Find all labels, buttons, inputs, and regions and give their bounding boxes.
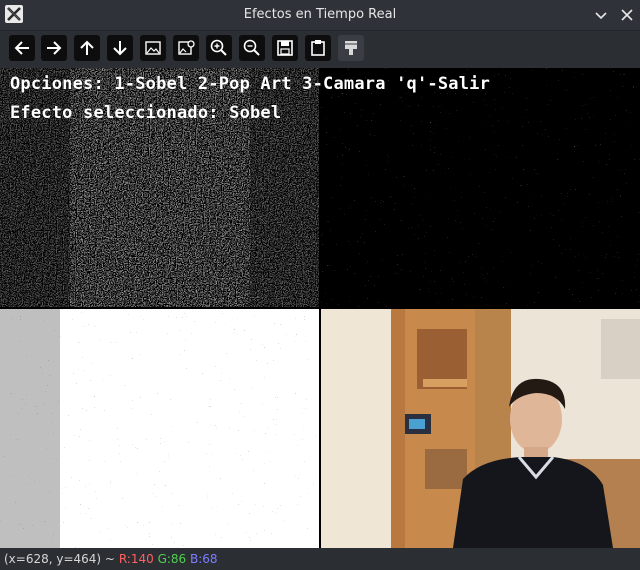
image-canvas[interactable]: Opciones: 1-Sobel 2-Pop Art 3-Camara 'q'… <box>0 68 640 548</box>
zoom-out-icon[interactable] <box>239 35 265 61</box>
cursor-coords: (x=628, y=464) ~ <box>4 552 115 566</box>
arrow-up-icon[interactable] <box>74 35 100 61</box>
camera-view <box>0 309 319 548</box>
status-bar: (x=628, y=464) ~ R:140 G:86 B:68 <box>0 548 640 570</box>
close-icon[interactable] <box>618 6 636 24</box>
blue-value: B:68 <box>190 552 218 566</box>
pop-art-view <box>321 68 640 307</box>
zoom-in-icon[interactable] <box>206 35 232 61</box>
window-title: Efectos en Tiempo Real <box>243 7 397 22</box>
clipboard-icon[interactable] <box>305 35 331 61</box>
webcam-photo <box>321 309 640 548</box>
arrow-left-icon[interactable] <box>9 35 35 61</box>
arrow-down-icon[interactable] <box>107 35 133 61</box>
options-text: Opciones: 1-Sobel 2-Pop Art 3-Camara 'q'… <box>10 74 491 94</box>
title-bar: Efectos en Tiempo Real <box>0 0 640 31</box>
green-value: G:86 <box>157 552 187 566</box>
arrow-right-icon[interactable] <box>41 35 67 61</box>
minimize-icon[interactable] <box>592 6 610 24</box>
status-row: (x=628, y=464) ~ R:140 G:86 B:68 <box>4 552 218 566</box>
selected-effect-text: Efecto seleccionado: Sobel <box>10 103 282 123</box>
properties-icon[interactable] <box>338 35 364 61</box>
red-value: R:140 <box>118 552 154 566</box>
image-icon[interactable] <box>140 35 166 61</box>
toolbar <box>0 31 640 67</box>
image-settings-icon[interactable] <box>173 35 199 61</box>
save-icon[interactable] <box>272 35 298 61</box>
